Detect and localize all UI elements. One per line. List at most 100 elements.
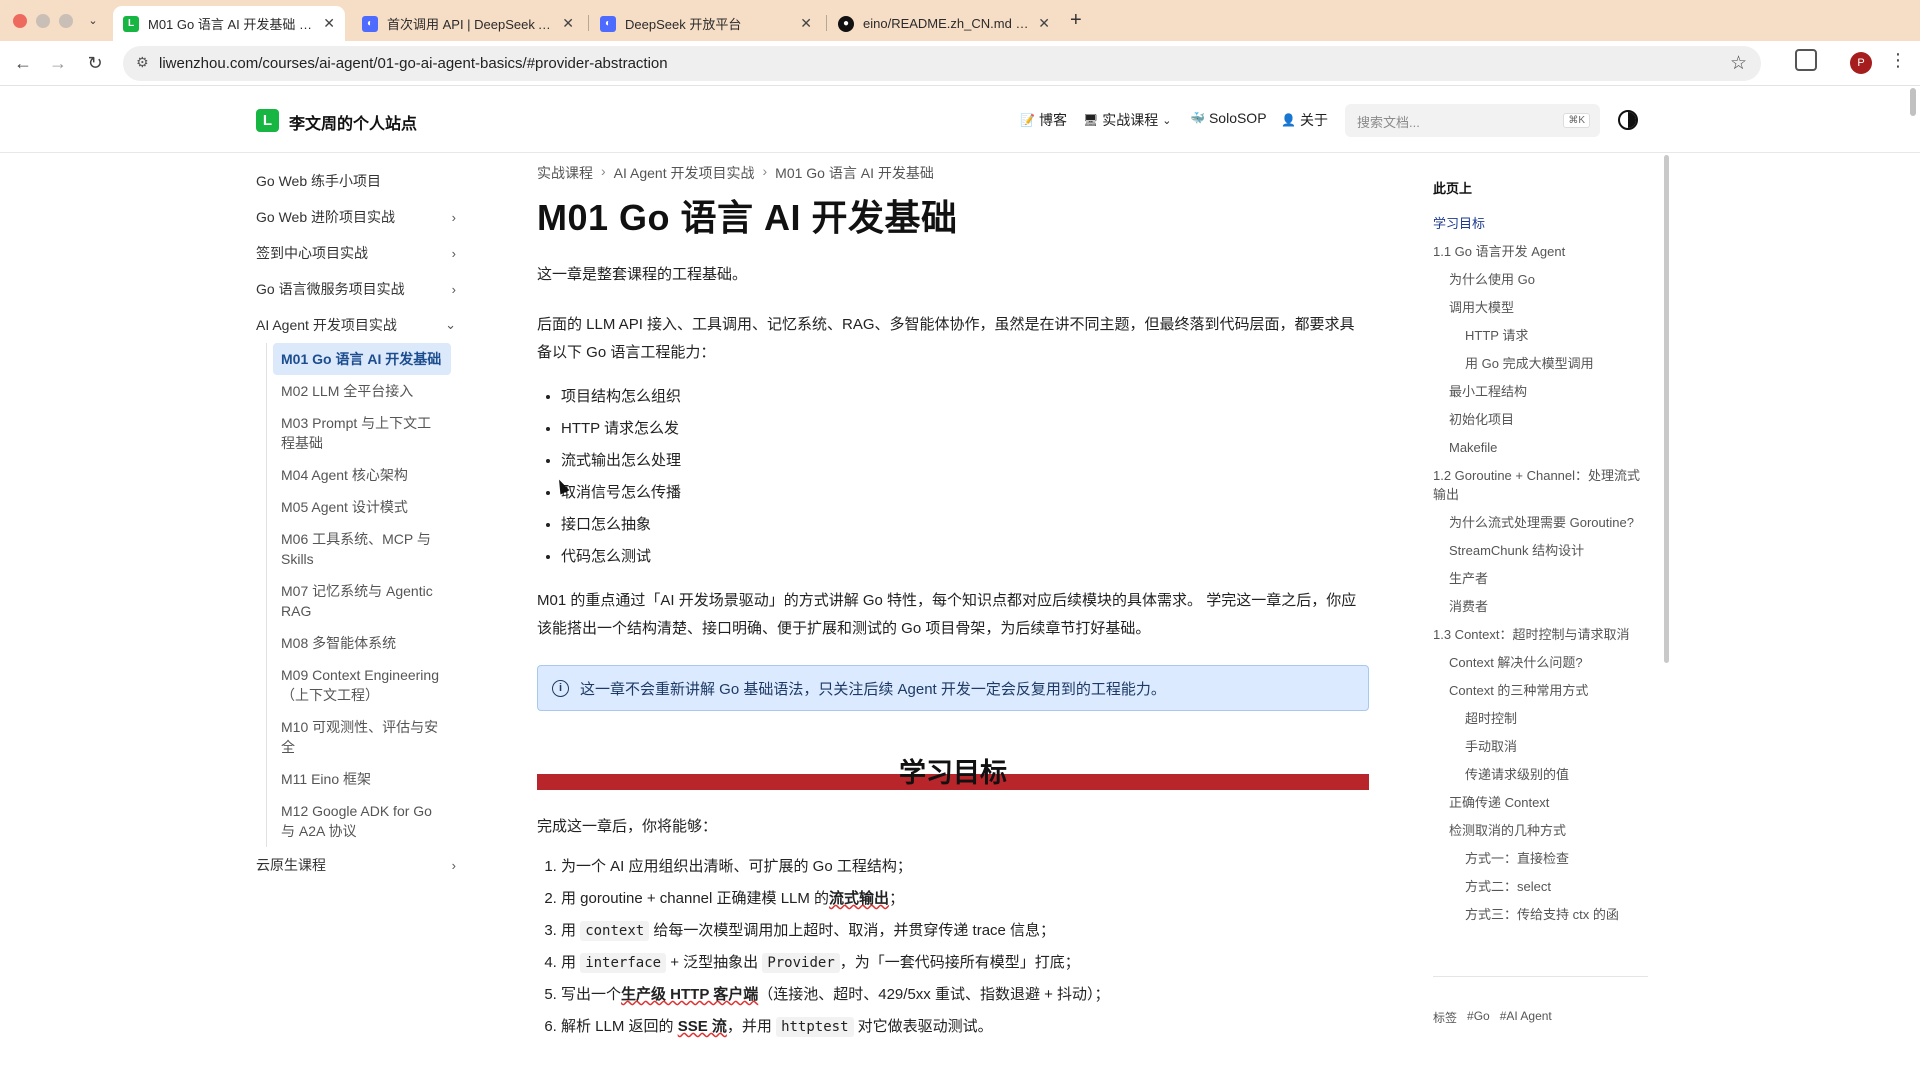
browser-tab-4[interactable]: ● eino/README.zh_CN.md at m... ✕: [828, 6, 1060, 41]
goal-text: 用 goroutine + channel 正确建模 LLM 的: [561, 890, 830, 907]
site-info-icon[interactable]: ⚙: [136, 54, 149, 71]
toc-item[interactable]: 超时控制: [1433, 709, 1648, 728]
solosop-icon: 🐳: [1190, 111, 1205, 125]
sidebar-child-m05[interactable]: M05 Agent 设计模式: [273, 491, 451, 523]
site-favicon-icon: L: [123, 15, 139, 32]
toc-item[interactable]: 传递请求级别的值: [1433, 765, 1648, 784]
sidebar-child-m02[interactable]: M02 LLM 全平台接入: [273, 375, 451, 407]
tags-label: 标签: [1433, 1011, 1458, 1025]
sidebar-item-go-web-advanced[interactable]: Go Web 进阶项目实战 ›: [256, 199, 456, 235]
tab-search-button[interactable]: ⌄: [82, 11, 104, 31]
toc-item[interactable]: StreamChunk 结构设计: [1433, 541, 1648, 560]
toc-item[interactable]: 初始化项目: [1433, 410, 1648, 429]
browser-tab-2[interactable]: ◐ 首次调用 API | DeepSeek API D... ✕: [352, 6, 584, 41]
browser-tab-3[interactable]: ◐ DeepSeek 开放平台 ✕: [590, 6, 822, 41]
toc-item[interactable]: HTTP 请求: [1433, 326, 1648, 345]
extensions-icon[interactable]: [1795, 49, 1817, 71]
browser-menu-icon[interactable]: ⋮: [1889, 50, 1907, 71]
site-logo[interactable]: L: [256, 109, 279, 132]
bookmark-star-icon[interactable]: ☆: [1730, 52, 1747, 75]
intro-paragraph: 这一章是整套课程的工程基础。: [537, 266, 748, 283]
breadcrumb-item[interactable]: 实战课程: [537, 163, 593, 183]
close-tab-icon[interactable]: ✕: [800, 15, 812, 32]
sidebar-child-m04[interactable]: M04 Agent 核心架构: [273, 459, 451, 491]
goals-list: 为一个 AI 应用组织出清晰、可扩展的 Go 工程结构； 用 goroutine…: [537, 851, 1369, 1043]
sidebar-item-label: Go Web 进阶项目实战: [256, 209, 395, 225]
page-scrollbar[interactable]: [1910, 88, 1916, 116]
toc-item[interactable]: 检测取消的几种方式: [1433, 821, 1648, 840]
back-arrow-icon[interactable]: ←: [10, 50, 36, 76]
chevron-right-icon[interactable]: ›: [452, 282, 456, 297]
sidebar-item-label: Go Web 练手小项目: [256, 173, 381, 189]
sidebar-item-checkin[interactable]: 签到中心项目实战 ›: [256, 235, 456, 271]
sidebar-child-m11[interactable]: M11 Eino 框架: [273, 763, 451, 795]
toc-item[interactable]: 方式一：直接检查: [1433, 849, 1648, 868]
toc-scrollbar[interactable]: [1664, 155, 1669, 663]
left-sidebar: Go Web 练手小项目 Go Web 进阶项目实战 › 签到中心项目实战 › Go…: [256, 163, 456, 883]
toc-item[interactable]: Makefile: [1433, 438, 1648, 457]
sidebar-child-m09[interactable]: M09 Context Engineering（上下文工程）: [273, 659, 451, 711]
section-title: 学习目标: [899, 758, 1007, 788]
sidebar-child-m12[interactable]: M12 Google ADK for Go 与 A2A 协议: [273, 795, 451, 847]
sidebar-child-m10[interactable]: M10 可观测性、评估与安全: [273, 711, 451, 763]
new-tab-button[interactable]: +: [1070, 9, 1082, 32]
sidebar-child-m07[interactable]: M07 记忆系统与 Agentic RAG: [273, 575, 451, 627]
sidebar-child-m03[interactable]: M03 Prompt 与上下文工程基础: [273, 407, 451, 459]
sidebar-item-ai-agent[interactable]: AI Agent 开发项目实战 ⌄: [256, 307, 456, 343]
close-tab-icon[interactable]: ✕: [562, 15, 574, 32]
close-tab-icon[interactable]: ✕: [323, 15, 335, 32]
chevron-right-icon[interactable]: ›: [452, 246, 456, 261]
nav-about[interactable]: 👤 关于: [1281, 110, 1328, 130]
sidebar-child-m08[interactable]: M08 多智能体系统: [273, 627, 451, 659]
toc-item[interactable]: 生产者: [1433, 569, 1648, 588]
sidebar-item-go-web-mini[interactable]: Go Web 练手小项目: [256, 163, 456, 199]
address-bar[interactable]: ⚙ liwenzhou.com/courses/ai-agent/01-go-a…: [123, 46, 1761, 81]
breadcrumb-item[interactable]: AI Agent 开发项目实战: [614, 163, 755, 183]
list-item: 项目结构怎么组织: [561, 381, 1369, 413]
toc-item[interactable]: 为什么使用 Go: [1433, 270, 1648, 289]
tag-link[interactable]: #Go: [1467, 1009, 1490, 1026]
goal-text: 为一个 AI 应用组织出清晰、可扩展的 Go 工程结构；: [561, 858, 912, 875]
nav-solosop[interactable]: 🐳 SoloSOP: [1190, 110, 1267, 126]
theme-toggle-icon[interactable]: [1618, 110, 1638, 130]
page-title: M01 Go 语言 AI 开发基础: [537, 197, 958, 238]
site-title[interactable]: 李文周的个人站点: [289, 110, 417, 134]
toc-item[interactable]: 调用大模型: [1433, 298, 1648, 317]
minimize-window-button[interactable]: [36, 14, 50, 28]
sidebar-child-m01[interactable]: M01 Go 语言 AI 开发基础: [273, 343, 451, 375]
sidebar-submenu: M01 Go 语言 AI 开发基础 M02 LLM 全平台接入 M03 Prom…: [266, 343, 456, 847]
toc-item[interactable]: 1.2 Goroutine + Channel：处理流式输出: [1433, 466, 1648, 504]
toc-item[interactable]: 用 Go 完成大模型调用: [1433, 354, 1648, 373]
sidebar-child-m06[interactable]: M06 工具系统、MCP 与 Skills: [273, 523, 451, 575]
chevron-down-icon[interactable]: ⌄: [445, 317, 456, 333]
toc-item[interactable]: 消费者: [1433, 597, 1648, 616]
tab-title: 首次调用 API | DeepSeek API D...: [387, 17, 555, 32]
nav-blog[interactable]: 📝 博客: [1020, 110, 1067, 130]
toc-item[interactable]: 最小工程结构: [1433, 382, 1648, 401]
search-input[interactable]: 搜索文档... ⌘K: [1345, 104, 1600, 137]
toc-item[interactable]: 1.3 Context：超时控制与请求取消: [1433, 625, 1648, 644]
paragraph: 后面的 LLM API 接入、工具调用、记忆系统、RAG、多智能体协作，虽然是在…: [537, 316, 1355, 361]
sidebar-item-cloud-native[interactable]: 云原生课程 ›: [256, 847, 456, 883]
toc-item[interactable]: 手动取消: [1433, 737, 1648, 756]
forward-arrow-icon[interactable]: →: [45, 50, 71, 76]
tag-link[interactable]: #AI Agent: [1500, 1009, 1552, 1026]
toc-item[interactable]: 方式二：select: [1433, 877, 1648, 896]
chevron-right-icon[interactable]: ›: [452, 210, 456, 225]
maximize-window-button[interactable]: [59, 14, 73, 28]
toc-item[interactable]: 正确传递 Context: [1433, 793, 1648, 812]
chevron-right-icon[interactable]: ›: [452, 858, 456, 873]
profile-avatar[interactable]: P: [1850, 52, 1872, 74]
sidebar-item-microservice[interactable]: Go 语言微服务项目实战 ›: [256, 271, 456, 307]
toc-item[interactable]: Context 的三种常用方式: [1433, 681, 1648, 700]
toc-item[interactable]: 方式三：传给支持 ctx 的函: [1433, 905, 1648, 924]
reload-icon[interactable]: ↻: [82, 50, 108, 76]
close-tab-icon[interactable]: ✕: [1038, 15, 1050, 32]
toc-item[interactable]: 学习目标: [1433, 214, 1648, 233]
toc-item[interactable]: Context 解决什么问题?: [1433, 653, 1648, 672]
toc-item[interactable]: 1.1 Go 语言开发 Agent: [1433, 242, 1648, 261]
close-window-button[interactable]: [13, 14, 27, 28]
nav-courses[interactable]: 🖥 实战课程 ⌄: [1083, 110, 1171, 130]
browser-tab-1[interactable]: L M01 Go 语言 AI 开发基础 – 李文... ✕: [113, 6, 345, 41]
toc-item[interactable]: 为什么流式处理需要 Goroutine?: [1433, 513, 1648, 532]
